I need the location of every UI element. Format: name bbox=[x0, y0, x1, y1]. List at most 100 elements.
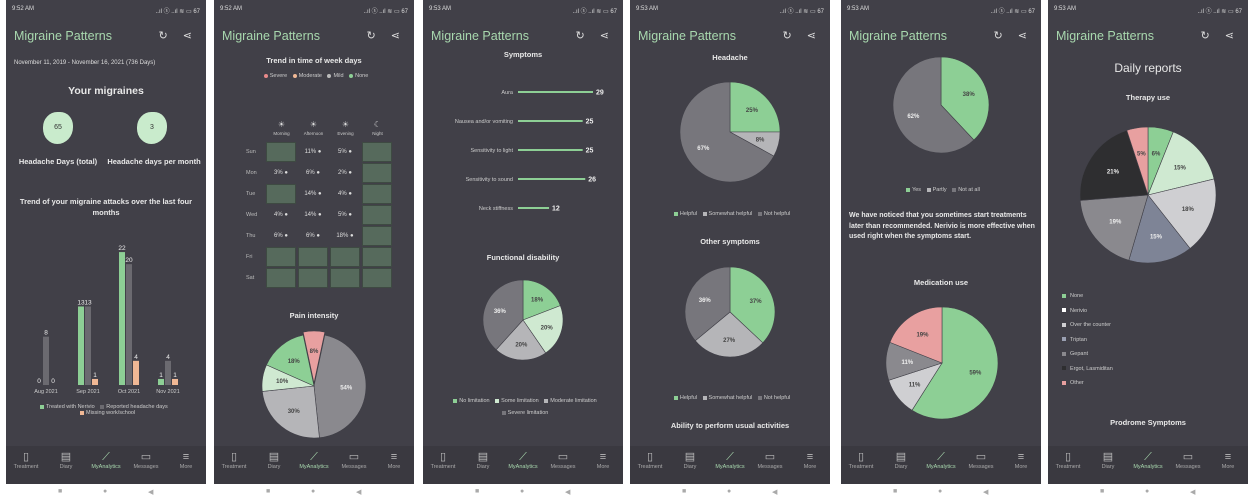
status-time: 9:53 AM bbox=[429, 6, 452, 12]
nav-analytics[interactable]: ⟋ MyAnalytics bbox=[294, 450, 334, 470]
home-icon[interactable]: ● bbox=[520, 488, 524, 495]
nav-messages[interactable]: ▭ Messages bbox=[1168, 450, 1208, 470]
nav-messages[interactable]: ▭ Messages bbox=[126, 450, 166, 470]
legend-label: Some limitation bbox=[501, 398, 539, 404]
home-icon[interactable]: ● bbox=[103, 488, 107, 495]
nav-label: Messages bbox=[133, 464, 159, 470]
nav-treatment[interactable]: ▯ Treatment bbox=[630, 450, 670, 470]
nav-diary[interactable]: ▤ Diary bbox=[670, 450, 710, 470]
refresh-share-icon[interactable]: ↻ ⋖ bbox=[783, 30, 823, 42]
legend-label: Other bbox=[1070, 380, 1084, 386]
nav-diary[interactable]: ▤ Diary bbox=[254, 450, 294, 470]
bottom-nav: ▯ Treatment ▤ Diary ⟋ MyAnalytics ▭ Messages… bbox=[214, 446, 414, 484]
bar-value-label: 1 bbox=[173, 372, 177, 379]
heat-cell bbox=[330, 247, 360, 267]
refresh-share-icon[interactable]: ↻ ⋖ bbox=[576, 30, 616, 42]
legend-label: Nerivio bbox=[1070, 307, 1088, 314]
nav-analytics[interactable]: ⟋ MyAnalytics bbox=[503, 450, 543, 470]
legend-swatch bbox=[1062, 308, 1066, 313]
nav-treatment[interactable]: ▯ Treatment bbox=[214, 450, 254, 470]
back-icon[interactable]: ◀ bbox=[565, 488, 570, 496]
refresh-share-icon[interactable]: ↻ ⋖ bbox=[994, 30, 1034, 42]
back-icon[interactable]: ◀ bbox=[983, 488, 988, 496]
nav-treatment[interactable]: ▯ Treatment bbox=[6, 450, 46, 470]
pie-slice-label: 30% bbox=[288, 409, 301, 415]
other-symptoms-pie: 37% 27% 36% bbox=[684, 266, 776, 358]
nav-more[interactable]: ≡ More bbox=[583, 450, 623, 470]
x-tick-label: Aug 2021 bbox=[34, 389, 58, 395]
recents-icon[interactable]: ■ bbox=[893, 488, 897, 495]
recents-icon[interactable]: ■ bbox=[266, 488, 270, 495]
nav-more[interactable]: ≡ More bbox=[166, 450, 206, 470]
treatment-icon: ▯ bbox=[22, 451, 30, 463]
nav-diary[interactable]: ▤ Diary bbox=[1088, 450, 1128, 470]
recents-icon[interactable]: ■ bbox=[682, 488, 686, 495]
pie-slice-label: 5% bbox=[1137, 151, 1146, 157]
back-icon[interactable]: ◀ bbox=[772, 488, 777, 496]
bar bbox=[85, 306, 91, 385]
nav-more[interactable]: ≡ More bbox=[790, 450, 830, 470]
nav-treatment[interactable]: ▯ Treatment bbox=[1048, 450, 1088, 470]
nav-label: Diary bbox=[59, 464, 73, 470]
header-icons[interactable]: ↻ ⋖ bbox=[367, 29, 407, 42]
more-icon: ≡ bbox=[390, 451, 398, 463]
header-icons[interactable]: ↻ ⋖ bbox=[1201, 29, 1241, 42]
legend-label: Helpful bbox=[679, 211, 698, 217]
nav-label: MyAnalytics bbox=[91, 464, 121, 470]
bar-value-label: 25 bbox=[586, 148, 594, 155]
nav-analytics[interactable]: ⟋ MyAnalytics bbox=[1128, 450, 1168, 470]
nav-label: MyAnalytics bbox=[715, 464, 745, 470]
diary-icon: ▤ bbox=[1102, 451, 1114, 463]
recents-icon[interactable]: ■ bbox=[58, 488, 62, 495]
back-icon[interactable]: ◀ bbox=[1190, 488, 1195, 496]
nav-treatment[interactable]: ▯ Treatment bbox=[841, 450, 881, 470]
heat-cell bbox=[266, 268, 296, 288]
nav-more[interactable]: ≡ More bbox=[374, 450, 414, 470]
legend-swatch bbox=[1062, 366, 1066, 371]
bar bbox=[165, 360, 171, 385]
back-icon[interactable]: ◀ bbox=[148, 488, 153, 496]
pie-slice bbox=[729, 81, 781, 133]
legend-dot bbox=[292, 73, 297, 78]
nav-analytics[interactable]: ⟋ MyAnalytics bbox=[86, 450, 126, 470]
status-icons: ..ıl ⓢ ..ıl ≋ ▭ 67 bbox=[155, 9, 200, 15]
refresh-share-icon[interactable]: ↻ ⋖ bbox=[159, 30, 199, 42]
nav-label: MyAnalytics bbox=[926, 464, 956, 470]
home-icon[interactable]: ● bbox=[938, 488, 942, 495]
nav-diary[interactable]: ▤ Diary bbox=[881, 450, 921, 470]
nav-messages[interactable]: ▭ Messages bbox=[961, 450, 1001, 470]
recents-icon[interactable]: ■ bbox=[475, 488, 479, 495]
nav-analytics[interactable]: ⟋ MyAnalytics bbox=[710, 450, 750, 470]
nav-diary[interactable]: ▤ Diary bbox=[46, 450, 86, 470]
nav-treatment[interactable]: ▯ Treatment bbox=[423, 450, 463, 470]
nav-diary[interactable]: ▤ Diary bbox=[463, 450, 503, 470]
nav-analytics[interactable]: ⟋ MyAnalytics bbox=[921, 450, 961, 470]
header-icons[interactable]: ↻ ⋖ bbox=[783, 29, 823, 42]
day-label: Fri bbox=[246, 254, 253, 260]
bar-legend: Treated with Nerivio Reported headache d… bbox=[36, 404, 206, 416]
refresh-share-icon[interactable]: ↻ ⋖ bbox=[1201, 30, 1241, 42]
nav-messages[interactable]: ▭ Messages bbox=[543, 450, 583, 470]
header-icons[interactable]: ↻ ⋖ bbox=[994, 29, 1034, 42]
nav-more[interactable]: ≡ More bbox=[1001, 450, 1041, 470]
header-icons[interactable]: ↻ ⋖ bbox=[159, 29, 199, 42]
nav-more[interactable]: ≡ More bbox=[1208, 450, 1248, 470]
other-legend: Helpful Somewhat helpful Not helpful bbox=[630, 395, 830, 401]
nav-messages[interactable]: ▭ Messages bbox=[750, 450, 790, 470]
symptom-bar bbox=[518, 120, 583, 122]
nav-label: Diary bbox=[476, 464, 490, 470]
pie-slice-label: 18% bbox=[531, 298, 544, 304]
back-icon[interactable]: ◀ bbox=[356, 488, 361, 496]
home-icon[interactable]: ● bbox=[311, 488, 315, 495]
symptom-bar bbox=[518, 91, 593, 93]
nav-label: MyAnalytics bbox=[508, 464, 538, 470]
nav-messages[interactable]: ▭ Messages bbox=[334, 450, 374, 470]
legend-swatch bbox=[80, 410, 84, 415]
refresh-share-icon[interactable]: ↻ ⋖ bbox=[367, 30, 407, 42]
home-icon[interactable]: ● bbox=[727, 488, 731, 495]
analytics-icon: ⟋ bbox=[102, 451, 110, 463]
header-icons[interactable]: ↻ ⋖ bbox=[576, 29, 616, 42]
home-icon[interactable]: ● bbox=[1145, 488, 1149, 495]
recents-icon[interactable]: ■ bbox=[1100, 488, 1104, 495]
headache-pie: 25% 8% 67% bbox=[679, 81, 781, 183]
